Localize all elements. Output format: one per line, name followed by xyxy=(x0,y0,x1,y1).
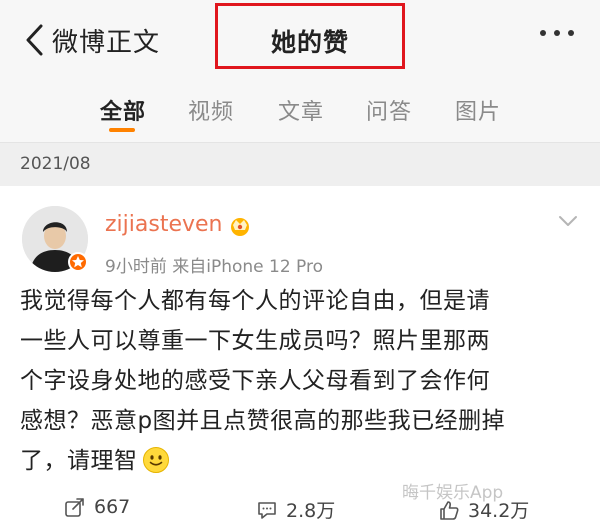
share-icon xyxy=(65,498,84,517)
dot xyxy=(540,30,546,36)
date-section-header: 2021/08 xyxy=(0,143,600,186)
page-title: 她的赞 xyxy=(270,28,349,57)
repost-count: 667 xyxy=(94,496,131,518)
post-text-line: 了，请理智 xyxy=(20,448,138,474)
tab-all[interactable]: 全部 xyxy=(100,94,146,126)
vip-crown-icon xyxy=(231,218,249,236)
back-button[interactable]: 微博正文 xyxy=(24,22,160,58)
back-label: 微博正文 xyxy=(52,27,161,58)
more-options-icon[interactable] xyxy=(540,30,574,36)
tab-images[interactable]: 图片 xyxy=(455,94,501,126)
post-text-line: 个字设身处地的感受下亲人父母看到了会作何 xyxy=(20,368,490,394)
post-meta: 9小时前 来自iPhone 12 Pro xyxy=(105,257,324,277)
chevron-left-icon xyxy=(26,24,43,56)
post-text-line: 一些人可以尊重一下女生成员吗？照片里那两 xyxy=(20,328,490,354)
comment-count: 2.8万 xyxy=(286,500,336,522)
post-content: 我觉得每个人都有每个人的评论自由，但是请 一些人可以尊重一下女生成员吗？照片里那… xyxy=(20,281,580,481)
comment-icon xyxy=(258,501,276,519)
tab-video[interactable]: 视频 xyxy=(188,94,234,126)
tab-article[interactable]: 文章 xyxy=(278,94,324,126)
date-label: 2021/08 xyxy=(20,154,91,174)
dot xyxy=(554,30,560,36)
watermark: 晦千娱乐App xyxy=(402,483,504,503)
post-text-last-line: 了，请理智 xyxy=(20,441,580,481)
comment-button[interactable]: 2.8万 xyxy=(256,496,335,523)
post-text-line: 感想？恶意p图并且点赞很高的那些我已经删掉 xyxy=(20,408,506,434)
top-bar: 微博正文 她的赞 xyxy=(0,0,600,80)
verified-badge-icon xyxy=(68,252,88,272)
title-highlight-box: 她的赞 xyxy=(215,3,405,69)
repost-button[interactable]: 667 xyxy=(64,496,130,518)
active-tab-indicator xyxy=(109,128,135,132)
chevron-down-icon[interactable] xyxy=(558,214,578,228)
weibo-post-card[interactable]: zijiasteven 9小时前 来自iPhone 12 Pro 我觉得每个人都… xyxy=(0,186,600,530)
smile-emoji-icon xyxy=(142,447,169,473)
dot xyxy=(568,30,574,36)
tab-qa[interactable]: 问答 xyxy=(366,94,412,126)
post-text-line: 我觉得每个人都有每个人的评论自由，但是请 xyxy=(20,288,490,314)
filter-tabs: 全部 视频 文章 问答 图片 xyxy=(0,80,600,142)
username[interactable]: zijiasteven xyxy=(105,212,223,237)
post-actions: 667 2.8万 34.2万 xyxy=(0,488,600,530)
